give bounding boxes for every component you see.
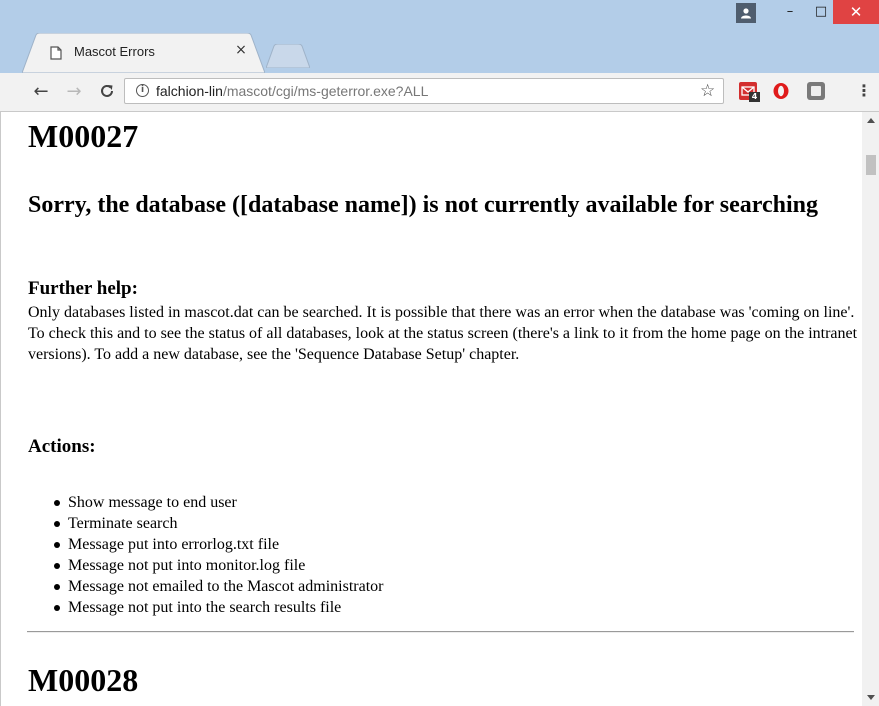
maximize-button[interactable]: □ <box>806 0 836 22</box>
page-icon <box>50 46 62 60</box>
list-item: Message not emailed to the Mascot admini… <box>53 578 384 595</box>
tab-mascot-errors[interactable]: Mascot Errors × <box>22 33 265 73</box>
url-host: falchion-lin <box>156 83 223 99</box>
error-code-heading: M00027 <box>28 118 139 154</box>
opera-extension-icon[interactable] <box>772 82 790 100</box>
error-message-heading: Sorry, the database ([database name]) is… <box>28 192 818 218</box>
info-icon[interactable]: i <box>136 84 149 97</box>
mail-badge: 4 <box>749 92 760 102</box>
scroll-down-button[interactable] <box>862 689 879 706</box>
person-icon <box>741 8 751 19</box>
browser-titlebar: – □ ✕ Mascot Errors × <box>0 0 879 73</box>
new-tab-button[interactable] <box>266 44 310 68</box>
further-help-heading: Further help: <box>28 278 138 299</box>
scroll-up-button[interactable] <box>862 112 879 129</box>
browser-toolbar: ← → i falchion-lin/mascot/cgi/ms-geterro… <box>0 73 879 112</box>
menu-icon[interactable]: ⋮ <box>856 79 872 103</box>
reload-button[interactable] <box>95 79 119 103</box>
page-viewport: M00027 Sorry, the database ([database na… <box>0 112 862 706</box>
url-text[interactable]: falchion-lin/mascot/cgi/ms-geterror.exe?… <box>156 83 428 99</box>
url-path: /mascot/cgi/ms-geterror.exe?ALL <box>222 83 429 99</box>
tab-title: Mascot Errors <box>74 44 155 59</box>
actions-list: Show message to end user Terminate searc… <box>28 492 383 618</box>
divider <box>27 631 854 633</box>
vertical-scrollbar[interactable] <box>862 112 879 706</box>
bookmark-star-icon[interactable]: ☆ <box>700 81 715 101</box>
back-button[interactable]: ← <box>29 79 53 103</box>
arrow-down-icon <box>866 695 875 700</box>
reload-icon <box>101 84 113 97</box>
minimize-button[interactable]: – <box>775 0 805 22</box>
list-item: Terminate search <box>53 513 383 534</box>
list-item: Show message to end user <box>53 492 383 513</box>
close-window-button[interactable]: ✕ <box>833 0 879 24</box>
address-bar[interactable]: i falchion-lin/mascot/cgi/ms-geterror.ex… <box>124 78 724 104</box>
error-code-heading-2: M00028 <box>28 662 139 698</box>
scroll-thumb[interactable] <box>866 155 876 175</box>
list-item: Message put into errorlog.txt file <box>53 534 383 555</box>
list-item: Message not put into monitor.log file <box>53 555 383 576</box>
profile-icon[interactable] <box>736 3 756 23</box>
actions-heading: Actions: <box>28 436 96 457</box>
opera-icon <box>773 83 789 99</box>
tab-close-button[interactable]: × <box>232 42 250 58</box>
further-help-text: Only databases listed in mascot.dat can … <box>28 304 858 363</box>
mail-extension-icon[interactable]: 4 <box>739 82 760 102</box>
arrow-up-icon <box>866 118 875 123</box>
forward-button[interactable]: → <box>62 79 86 103</box>
list-item: Message not put into the search results … <box>53 597 383 618</box>
extension-icon[interactable] <box>807 82 825 100</box>
